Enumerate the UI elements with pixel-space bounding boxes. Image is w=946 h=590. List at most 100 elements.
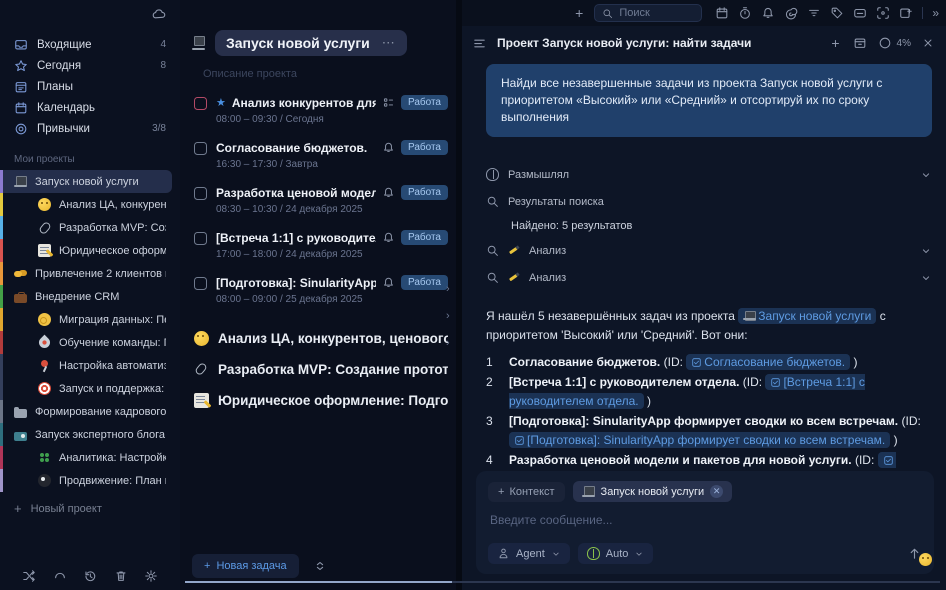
- horizontal-scrollbar[interactable]: [185, 581, 940, 583]
- result-item: 1 Согласование бюджетов. (ID: Согласован…: [486, 353, 932, 372]
- chat-list-icon[interactable]: [472, 36, 487, 51]
- project-description-placeholder[interactable]: Описание проекта: [203, 68, 448, 80]
- cloud-sync-icon[interactable]: [151, 7, 166, 22]
- search-placeholder: Поиск: [619, 7, 649, 19]
- sidebar-project-nastroyka-avtomatizacii[interactable]: Настройка автоматизации: [0, 354, 172, 377]
- sidebar-project-zapusk-bloga[interactable]: Запуск экспертного блога: [0, 423, 172, 446]
- sidebar-project-formirovanie-kadrovogo[interactable]: Формирование кадрового: [0, 400, 172, 423]
- chevron-down-icon[interactable]: [920, 245, 932, 257]
- model-mode-dropdown[interactable]: Auto: [578, 543, 654, 564]
- trash-icon[interactable]: [114, 569, 128, 583]
- briefcase-icon: [14, 294, 27, 303]
- task-row[interactable]: [Подготовка]: SinularityApp форми Работа…: [194, 275, 448, 305]
- sidebar-project-analiz-ca[interactable]: Анализ ЦА, конкурентов, це: [0, 193, 172, 216]
- task-checkbox[interactable]: [194, 142, 207, 155]
- sidebar-item-calendar[interactable]: Календарь: [0, 97, 180, 118]
- sidebar-project-obuchenie-komandy[interactable]: Обучение команды: Провед: [0, 331, 172, 354]
- brain-icon: [587, 547, 600, 560]
- focus-icon[interactable]: [876, 6, 890, 20]
- project-title-pill[interactable]: Запуск новой услуги ⋯: [215, 30, 407, 56]
- add-context-button[interactable]: + Контекст: [488, 482, 565, 502]
- task-row[interactable]: Разработка ценовой модели и паке Работа …: [194, 185, 448, 215]
- task-checkbox[interactable]: [194, 97, 207, 110]
- task-row[interactable]: Согласование бюджетов. Работа 16:30 – 17…: [194, 140, 448, 170]
- search-input[interactable]: Поиск: [594, 4, 702, 22]
- task-row[interactable]: ★ Анализ конкурентов для новой Работа 08…: [194, 95, 448, 125]
- sidebar-item-inbox[interactable]: Входящие 4: [0, 34, 180, 55]
- chevron-down-icon[interactable]: [920, 272, 932, 284]
- task-link-chip[interactable]: [Подготовка]: SinularityApp формирует св…: [509, 432, 890, 448]
- archive-icon[interactable]: [853, 36, 867, 50]
- sidebar-item-count: 4: [160, 39, 166, 50]
- calendar-icon: [14, 101, 28, 115]
- sidebar-project-vnedrenie-crm[interactable]: Внедрение CRM: [0, 285, 172, 308]
- task-checkbox[interactable]: [194, 187, 207, 200]
- chevron-right-icon[interactable]: ›: [446, 337, 450, 349]
- sidebar-project-zapusk-novoy-uslugi[interactable]: Запуск новой услуги: [0, 170, 172, 193]
- step-analysis[interactable]: Анализ: [486, 264, 932, 291]
- expand-panel-icon[interactable]: »: [932, 6, 938, 20]
- sidebar-project-analitika[interactable]: Аналитика: Настройка метр: [0, 446, 172, 469]
- collapse-expand-icon[interactable]: [313, 559, 327, 573]
- message-composer[interactable]: + Контекст Запуск новой услуги ✕ Введите…: [476, 471, 934, 574]
- chevron-right-icon[interactable]: ›: [446, 310, 450, 322]
- card-reader-icon[interactable]: [853, 6, 867, 20]
- section-heading[interactable]: Разработка MVP: Создание прототипа: [194, 362, 448, 377]
- usage-ring-icon[interactable]: [878, 36, 892, 50]
- task-link-chip[interactable]: Согласование бюджетов.: [686, 354, 850, 370]
- thinking-face-icon: [38, 198, 51, 211]
- sidebar-project-prodvizhenie[interactable]: Продвижение: План публик: [0, 469, 172, 492]
- task-row[interactable]: [Встреча 1:1] с руководителем отде Работ…: [194, 230, 448, 260]
- shuffle-icon[interactable]: [22, 569, 36, 583]
- calendar-icon[interactable]: [715, 6, 729, 20]
- task-checkbox[interactable]: [194, 277, 207, 290]
- section-heading[interactable]: Юридическое оформление: Подготов: [194, 393, 448, 408]
- settings-icon[interactable]: [144, 569, 158, 583]
- new-project-button[interactable]: + Новый проект: [14, 501, 166, 516]
- agent-mode-dropdown[interactable]: Agent: [488, 543, 570, 564]
- section-heading[interactable]: Анализ ЦА, конкурентов, ценового ко: [194, 331, 448, 346]
- sidebar-project-razrabotka-mvp[interactable]: Разработка MVP: Создание: [0, 216, 172, 239]
- project-color-bar: [0, 469, 3, 492]
- step-thinking[interactable]: Размышлял: [486, 161, 932, 188]
- sidebar-project-zapusk-i-podderzhka[interactable]: Запуск и поддержка: Тестов: [0, 377, 172, 400]
- sidebar-project-privlechenie-klientov[interactable]: Привлечение 2 клиентов и: [0, 262, 172, 285]
- chat-messages[interactable]: Найди все незавершенные задачи из проект…: [462, 58, 946, 465]
- step-search-results[interactable]: Результаты поиска: [486, 188, 932, 215]
- chevron-right-icon[interactable]: ›: [446, 283, 450, 295]
- new-task-button[interactable]: + Новая задача: [192, 554, 299, 578]
- spiral-icon[interactable]: [784, 6, 798, 20]
- context-project-chip[interactable]: Запуск новой услуги ✕: [573, 481, 733, 502]
- new-window-icon[interactable]: [899, 6, 913, 20]
- remove-context-icon[interactable]: ✕: [710, 485, 723, 498]
- paperclip-icon: [38, 221, 51, 234]
- add-icon[interactable]: +: [575, 5, 583, 21]
- handshake-icon: [14, 267, 27, 280]
- gesture-arc-icon[interactable]: [53, 569, 67, 583]
- sidebar-item-habits[interactable]: Привычки 3/8: [0, 118, 180, 139]
- close-icon[interactable]: [922, 37, 934, 49]
- message-input[interactable]: Введите сообщение...: [490, 513, 920, 527]
- tag-icon[interactable]: [830, 6, 844, 20]
- step-analysis[interactable]: Анализ: [486, 237, 932, 264]
- sidebar-project-yuridicheskoe[interactable]: Юридическое оформление: [0, 239, 172, 262]
- task-checkbox[interactable]: [194, 232, 207, 245]
- project-title: Запуск новой услуги: [226, 35, 370, 51]
- timer-icon[interactable]: [738, 6, 752, 20]
- more-menu-icon[interactable]: ⋯: [382, 35, 396, 51]
- chevron-down-icon[interactable]: [920, 169, 932, 181]
- sidebar-item-today[interactable]: Сегодня 8: [0, 55, 180, 76]
- project-color-bar: [0, 331, 3, 354]
- sidebar-project-migraciya-dannyh[interactable]: Миграция данных: Перенос: [0, 308, 172, 331]
- filter-icon[interactable]: [807, 6, 821, 20]
- project-link-chip[interactable]: Запуск новой услуги: [738, 308, 876, 324]
- sidebar-item-plans[interactable]: Планы: [0, 76, 180, 97]
- scrollbar-thumb[interactable]: [185, 581, 452, 583]
- history-icon[interactable]: [83, 569, 97, 583]
- eight-ball-icon: [38, 474, 51, 487]
- sidebar-item-count: 3/8: [152, 123, 166, 134]
- bell-icon[interactable]: [761, 6, 775, 20]
- new-chat-icon[interactable]: +: [831, 35, 839, 51]
- tag-badge: Работа: [401, 185, 448, 200]
- smiling-face-icon: [919, 553, 932, 566]
